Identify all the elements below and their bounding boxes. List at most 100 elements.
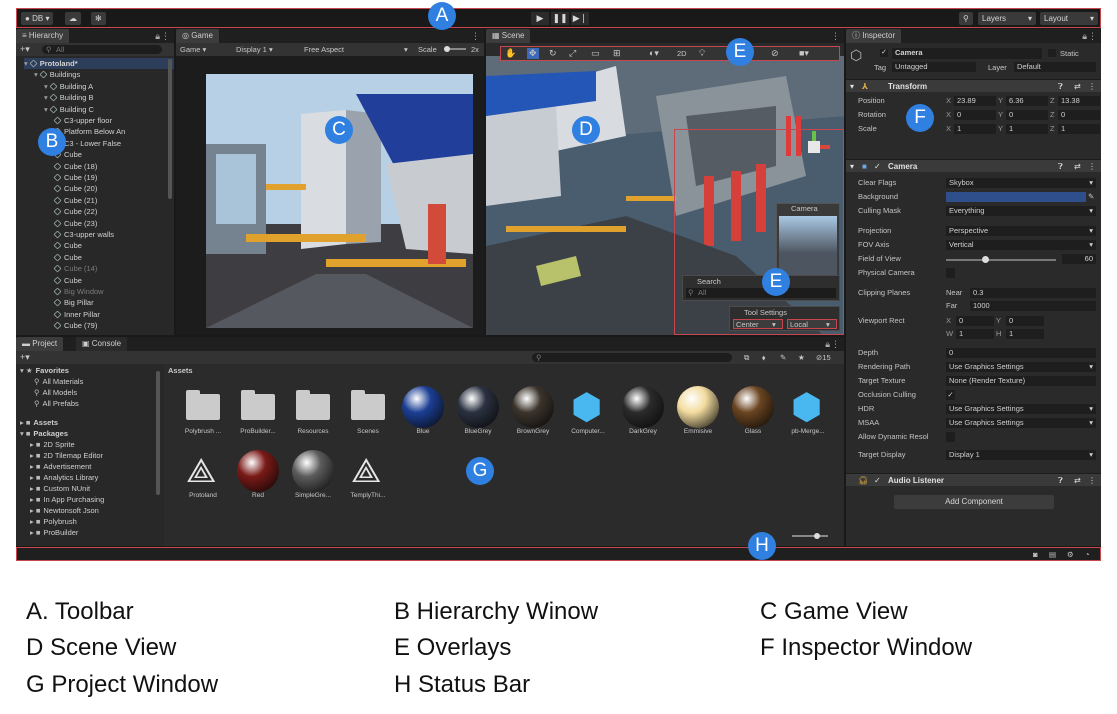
rect-tool-icon[interactable]: ▭: [591, 48, 600, 59]
layers-dropdown[interactable]: Layers ▾: [978, 12, 1036, 25]
help-icon[interactable]: ❓︎: [1058, 160, 1063, 173]
auto-generate-icon[interactable]: ◔: [1085, 549, 1090, 560]
hierarchy-item[interactable]: Cube (19): [53, 172, 97, 183]
expand-icon[interactable]: ▾: [34, 70, 38, 79]
transform-header[interactable]: ▾ ⅄ Transform ❓︎ ⇄ ⋮: [846, 79, 1101, 92]
debug-icon[interactable]: ⚙: [1067, 549, 1074, 560]
expand-icon[interactable]: ▾: [44, 82, 48, 91]
hidden-count[interactable]: ⊘15: [816, 352, 831, 363]
tab-project[interactable]: ▬ Project: [16, 337, 64, 351]
favorite-icon[interactable]: ★: [798, 352, 805, 363]
rect-h-field[interactable]: 1: [1006, 329, 1044, 339]
transform-z-field[interactable]: 13.38: [1058, 96, 1100, 106]
asset-item[interactable]: BlueGrey: [453, 384, 503, 440]
package-folder[interactable]: ▸ ■ Analytics Library: [30, 473, 98, 483]
asset-item[interactable]: SimpleGre...: [288, 448, 338, 504]
depth-field[interactable]: 0: [946, 348, 1096, 358]
transform-y-field[interactable]: 1: [1006, 124, 1048, 134]
eyedropper-icon[interactable]: ✎: [1088, 191, 1094, 203]
package-folder[interactable]: ▸ ■ 2D Tilemap Editor: [30, 451, 103, 461]
background-color-field[interactable]: [946, 192, 1086, 202]
hierarchy-search-input[interactable]: ⚲ All: [42, 45, 162, 54]
asset-item[interactable]: ⟁ Protoland: [178, 448, 228, 504]
cache-icon[interactable]: ▤: [1049, 549, 1056, 560]
fov-slider[interactable]: [946, 256, 1056, 263]
hand-tool-icon[interactable]: ✋: [505, 48, 516, 59]
more-options-icon[interactable]: ⋮: [1088, 160, 1096, 173]
asset-item[interactable]: Emmisive: [673, 384, 723, 440]
lock-icon[interactable]: 🔒︎: [155, 31, 160, 41]
far-field[interactable]: 1000: [970, 301, 1096, 311]
assets-folder[interactable]: ▸ ■ Assets: [20, 418, 58, 428]
rect-w-field[interactable]: 1: [956, 329, 994, 339]
fov-slider-thumb[interactable]: [982, 256, 989, 263]
camera-preview-overlay[interactable]: Camera: [776, 203, 840, 281]
asset-item[interactable]: Glass: [728, 384, 778, 440]
occlusion-culling-checkbox[interactable]: ✓: [946, 390, 955, 400]
preset-icon[interactable]: ⇄: [1074, 160, 1081, 173]
gizmos-icon[interactable]: ⊘: [771, 48, 779, 59]
enabled-checkbox[interactable]: ✓: [874, 474, 881, 487]
object-name-field[interactable]: Camera: [892, 48, 1042, 59]
transform-z-field[interactable]: 0: [1058, 110, 1100, 120]
hierarchy-item[interactable]: Big Pillar: [53, 297, 94, 308]
collab-settings-icon[interactable]: ✻: [91, 12, 106, 25]
filter-type-icon[interactable]: ⧉: [744, 352, 749, 363]
hierarchy-item[interactable]: Cube (22): [53, 206, 97, 217]
near-field[interactable]: 0.3: [970, 288, 1096, 298]
tag-icon[interactable]: ✎: [780, 352, 786, 363]
package-folder[interactable]: ▸ ■ ProBuilder: [30, 528, 78, 538]
orientation-gizmo[interactable]: [794, 127, 834, 167]
play-button[interactable]: ▶: [531, 12, 549, 25]
static-checkbox[interactable]: [1048, 49, 1056, 57]
asset-item[interactable]: Blue: [398, 384, 448, 440]
rendering-path-dropdown[interactable]: Use Graphics Settings ▾: [946, 362, 1096, 372]
hierarchy-item[interactable]: ▾ Protoland*: [24, 58, 174, 69]
fov-axis-dropdown[interactable]: Vertical ▾: [946, 240, 1096, 250]
add-component-button[interactable]: Add Component: [894, 495, 1054, 509]
hierarchy-scrollbar[interactable]: [168, 59, 172, 199]
asset-item[interactable]: Resources: [288, 384, 338, 440]
transform-x-field[interactable]: 1: [954, 124, 996, 134]
tab-scene[interactable]: ▦ Scene: [486, 29, 531, 43]
toggle-2d-button[interactable]: 2D: [677, 48, 687, 59]
transform-x-field[interactable]: 23.89: [954, 96, 996, 106]
filter-label-icon[interactable]: ⬧: [762, 352, 765, 363]
step-button[interactable]: ▶❘: [571, 12, 589, 25]
more-options-icon[interactable]: ⋮: [1088, 31, 1097, 41]
pause-button[interactable]: ❚❚: [551, 12, 569, 25]
favorites-section[interactable]: ▾ ★ Favorites: [20, 366, 69, 376]
rect-y-field[interactable]: 0: [1006, 316, 1044, 326]
pivot-local-dropdown[interactable]: Local ▾: [787, 319, 837, 329]
target-texture-field[interactable]: None (Render Texture): [946, 376, 1096, 386]
culling-mask-dropdown[interactable]: Everything ▾: [946, 206, 1096, 216]
add-icon[interactable]: +▾: [20, 44, 30, 55]
draw-mode-icon[interactable]: ◐▾: [649, 48, 659, 59]
msaa-dropdown[interactable]: Use Graphics Settings ▾: [946, 418, 1096, 428]
camera-icon[interactable]: ■▾: [799, 48, 809, 59]
pivot-center-dropdown[interactable]: Center ▾: [733, 319, 783, 329]
transform-z-field[interactable]: 1: [1058, 124, 1100, 134]
package-folder[interactable]: ▸ ■ Custom NUnit: [30, 484, 90, 494]
allow-dynamic-checkbox[interactable]: [946, 432, 955, 442]
asset-item[interactable]: ⬢ Computer...: [563, 384, 613, 440]
more-options-icon[interactable]: ⋮: [1088, 474, 1096, 487]
hierarchy-item[interactable]: Cube: [53, 275, 82, 286]
scale-slider[interactable]: [444, 46, 466, 52]
package-folder[interactable]: ▸ ■ Newtonsoft Json: [30, 506, 99, 516]
tag-dropdown[interactable]: Untagged: [892, 62, 976, 72]
favorite-item[interactable]: ⚲ All Models: [34, 388, 77, 398]
package-folder[interactable]: ▸ ■ Polybrush: [30, 517, 77, 527]
tab-inspector[interactable]: ⓘ Inspector: [846, 29, 902, 43]
fov-value-field[interactable]: 60: [1062, 254, 1096, 264]
hierarchy-item[interactable]: Cube: [53, 252, 82, 263]
package-folder[interactable]: ▸ ■ In App Purchasing: [30, 495, 104, 505]
more-options-icon[interactable]: ⋮: [161, 31, 170, 41]
hierarchy-item[interactable]: ▾ Building B: [44, 92, 94, 103]
hierarchy-item[interactable]: Cube (20): [53, 183, 97, 194]
preset-icon[interactable]: ⇄: [1074, 474, 1081, 487]
asset-item[interactable]: DarkGrey: [618, 384, 668, 440]
expand-icon[interactable]: ▾: [44, 93, 48, 102]
layer-dropdown[interactable]: Default: [1014, 62, 1096, 72]
hdr-dropdown[interactable]: Use Graphics Settings ▾: [946, 404, 1096, 414]
